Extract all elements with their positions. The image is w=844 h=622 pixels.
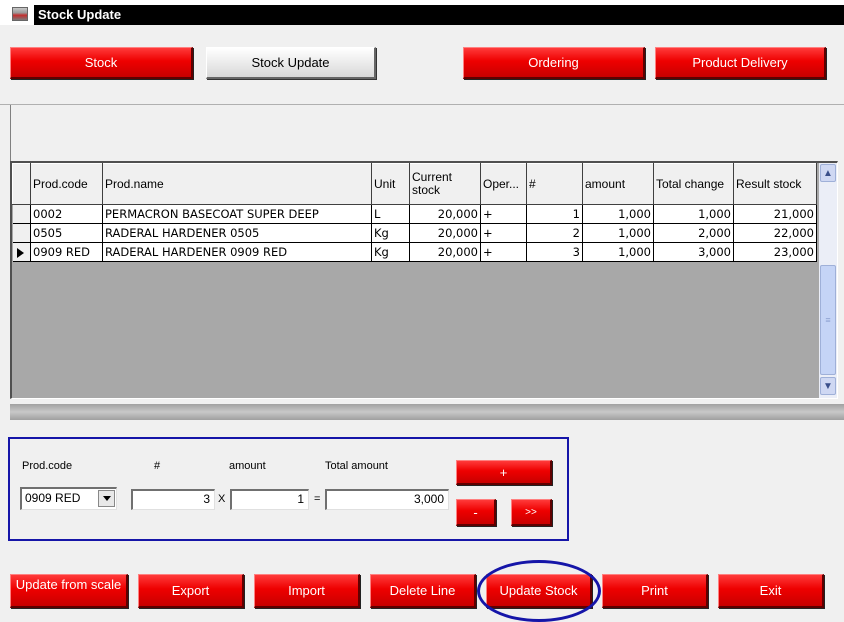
indicator-header xyxy=(12,163,31,205)
cell-number[interactable]: 2 xyxy=(526,223,583,243)
amount-label: amount xyxy=(229,460,266,472)
product-delivery-tab-button[interactable]: Product Delivery xyxy=(655,47,826,79)
cell-current-stock[interactable]: 20,000 xyxy=(409,223,481,243)
col-header-current-stock[interactable]: Current stock xyxy=(409,163,481,205)
stock-grid[interactable]: Prod.code Prod.name Unit Current stock O… xyxy=(10,161,838,399)
col-header-prod-code[interactable]: Prod.code xyxy=(30,163,103,205)
cell-number[interactable]: 3 xyxy=(526,242,583,262)
cell-operation[interactable]: + xyxy=(480,223,527,243)
exit-button[interactable]: Exit xyxy=(718,574,824,608)
panel-splitter[interactable] xyxy=(10,404,844,420)
cell-operation[interactable]: + xyxy=(480,242,527,262)
col-header-amount[interactable]: amount xyxy=(582,163,654,205)
amount-input[interactable]: 1 xyxy=(230,489,309,510)
col-header-total-change[interactable]: Total change xyxy=(653,163,734,205)
number-input[interactable]: 3 xyxy=(131,489,215,510)
col-header-result-stock[interactable]: Result stock xyxy=(733,163,817,205)
row-indicator-current[interactable] xyxy=(12,242,31,262)
multiply-sign: X xyxy=(218,493,226,505)
cell-amount[interactable]: 1,000 xyxy=(582,204,654,224)
row-pointer-icon xyxy=(16,247,24,258)
col-header-number[interactable]: # xyxy=(526,163,583,205)
cell-number[interactable]: 1 xyxy=(526,204,583,224)
cell-prod-name[interactable]: RADERAL HARDENER 0909 RED xyxy=(102,242,372,262)
plus-button[interactable]: + xyxy=(456,460,552,485)
cell-current-stock[interactable]: 20,000 xyxy=(409,242,481,262)
scroll-thumb[interactable]: ≡ xyxy=(820,265,836,375)
cell-unit[interactable]: Kg xyxy=(371,242,410,262)
update-from-scale-button[interactable]: Update from scale xyxy=(10,574,128,608)
cell-amount[interactable]: 1,000 xyxy=(582,223,654,243)
cell-unit[interactable]: L xyxy=(371,204,410,224)
title-bar: Stock Update xyxy=(0,0,844,25)
delete-line-button[interactable]: Delete Line xyxy=(370,574,476,608)
print-button[interactable]: Print xyxy=(602,574,708,608)
update-stock-button[interactable]: Update Stock xyxy=(486,574,592,608)
stock-table: Prod.code Prod.name Unit Current stock O… xyxy=(12,163,817,262)
cell-unit[interactable]: Kg xyxy=(371,223,410,243)
row-indicator[interactable] xyxy=(12,204,31,224)
total-amount-input[interactable]: 3,000 xyxy=(325,489,449,510)
chevron-down-icon[interactable] xyxy=(98,490,115,507)
export-button[interactable]: Export xyxy=(138,574,244,608)
stock-tab-button[interactable]: Stock xyxy=(10,47,193,79)
next-button[interactable]: >> xyxy=(511,499,552,526)
cell-prod-code[interactable]: 0505 xyxy=(30,223,103,243)
cell-total-change[interactable]: 3,000 xyxy=(653,242,734,262)
cell-total-change[interactable]: 2,000 xyxy=(653,223,734,243)
grid-vertical-scrollbar[interactable]: ▲ ≡ ▼ xyxy=(819,163,837,398)
cell-prod-code[interactable]: 0002 xyxy=(30,204,103,224)
cell-amount[interactable]: 1,000 xyxy=(582,242,654,262)
import-button[interactable]: Import xyxy=(254,574,360,608)
prod-code-selected: 0909 RED xyxy=(25,491,81,505)
prod-code-dropdown[interactable]: 0909 RED xyxy=(20,487,117,510)
scroll-down-icon[interactable]: ▼ xyxy=(820,377,836,395)
grid-header-row: Prod.code Prod.name Unit Current stock O… xyxy=(12,163,817,205)
minus-button[interactable]: - xyxy=(456,499,496,526)
prod-code-label: Prod.code xyxy=(22,460,73,472)
table-row-selected[interactable]: 0909 RED RADERAL HARDENER 0909 RED Kg 20… xyxy=(12,242,817,262)
col-header-unit[interactable]: Unit xyxy=(371,163,410,205)
cell-prod-name[interactable]: PERMACRON BASECOAT SUPER DEEP xyxy=(102,204,372,224)
row-indicator[interactable] xyxy=(12,223,31,243)
app-icon xyxy=(12,7,28,21)
col-header-operation[interactable]: Oper... xyxy=(480,163,527,205)
cell-total-change[interactable]: 1,000 xyxy=(653,204,734,224)
cell-operation[interactable]: + xyxy=(480,204,527,224)
table-row[interactable]: 0505 RADERAL HARDENER 0505 Kg 20,000 + 2… xyxy=(12,223,817,243)
cell-prod-code[interactable]: 0909 RED xyxy=(30,242,103,262)
stock-update-tab-button[interactable]: Stock Update xyxy=(206,47,376,79)
top-toolbar: Stock Stock Update Ordering Product Deli… xyxy=(0,25,844,105)
total-amount-label: Total amount xyxy=(325,460,388,472)
cell-prod-name[interactable]: RADERAL HARDENER 0505 xyxy=(102,223,372,243)
blank-strip xyxy=(10,105,844,161)
ordering-tab-button[interactable]: Ordering xyxy=(463,47,645,79)
cell-result-stock[interactable]: 23,000 xyxy=(733,242,817,262)
col-header-prod-name[interactable]: Prod.name xyxy=(102,163,372,205)
cell-current-stock[interactable]: 20,000 xyxy=(409,204,481,224)
table-row[interactable]: 0002 PERMACRON BASECOAT SUPER DEEP L 20,… xyxy=(12,204,817,224)
number-label: # xyxy=(154,460,161,472)
equals-sign: = xyxy=(314,493,321,505)
cell-result-stock[interactable]: 22,000 xyxy=(733,223,817,243)
cell-result-stock[interactable]: 21,000 xyxy=(733,204,817,224)
scroll-up-icon[interactable]: ▲ xyxy=(820,164,836,182)
window-title: Stock Update xyxy=(34,5,844,25)
entry-panel: Prod.code # amount Total amount 0909 RED… xyxy=(8,437,569,541)
